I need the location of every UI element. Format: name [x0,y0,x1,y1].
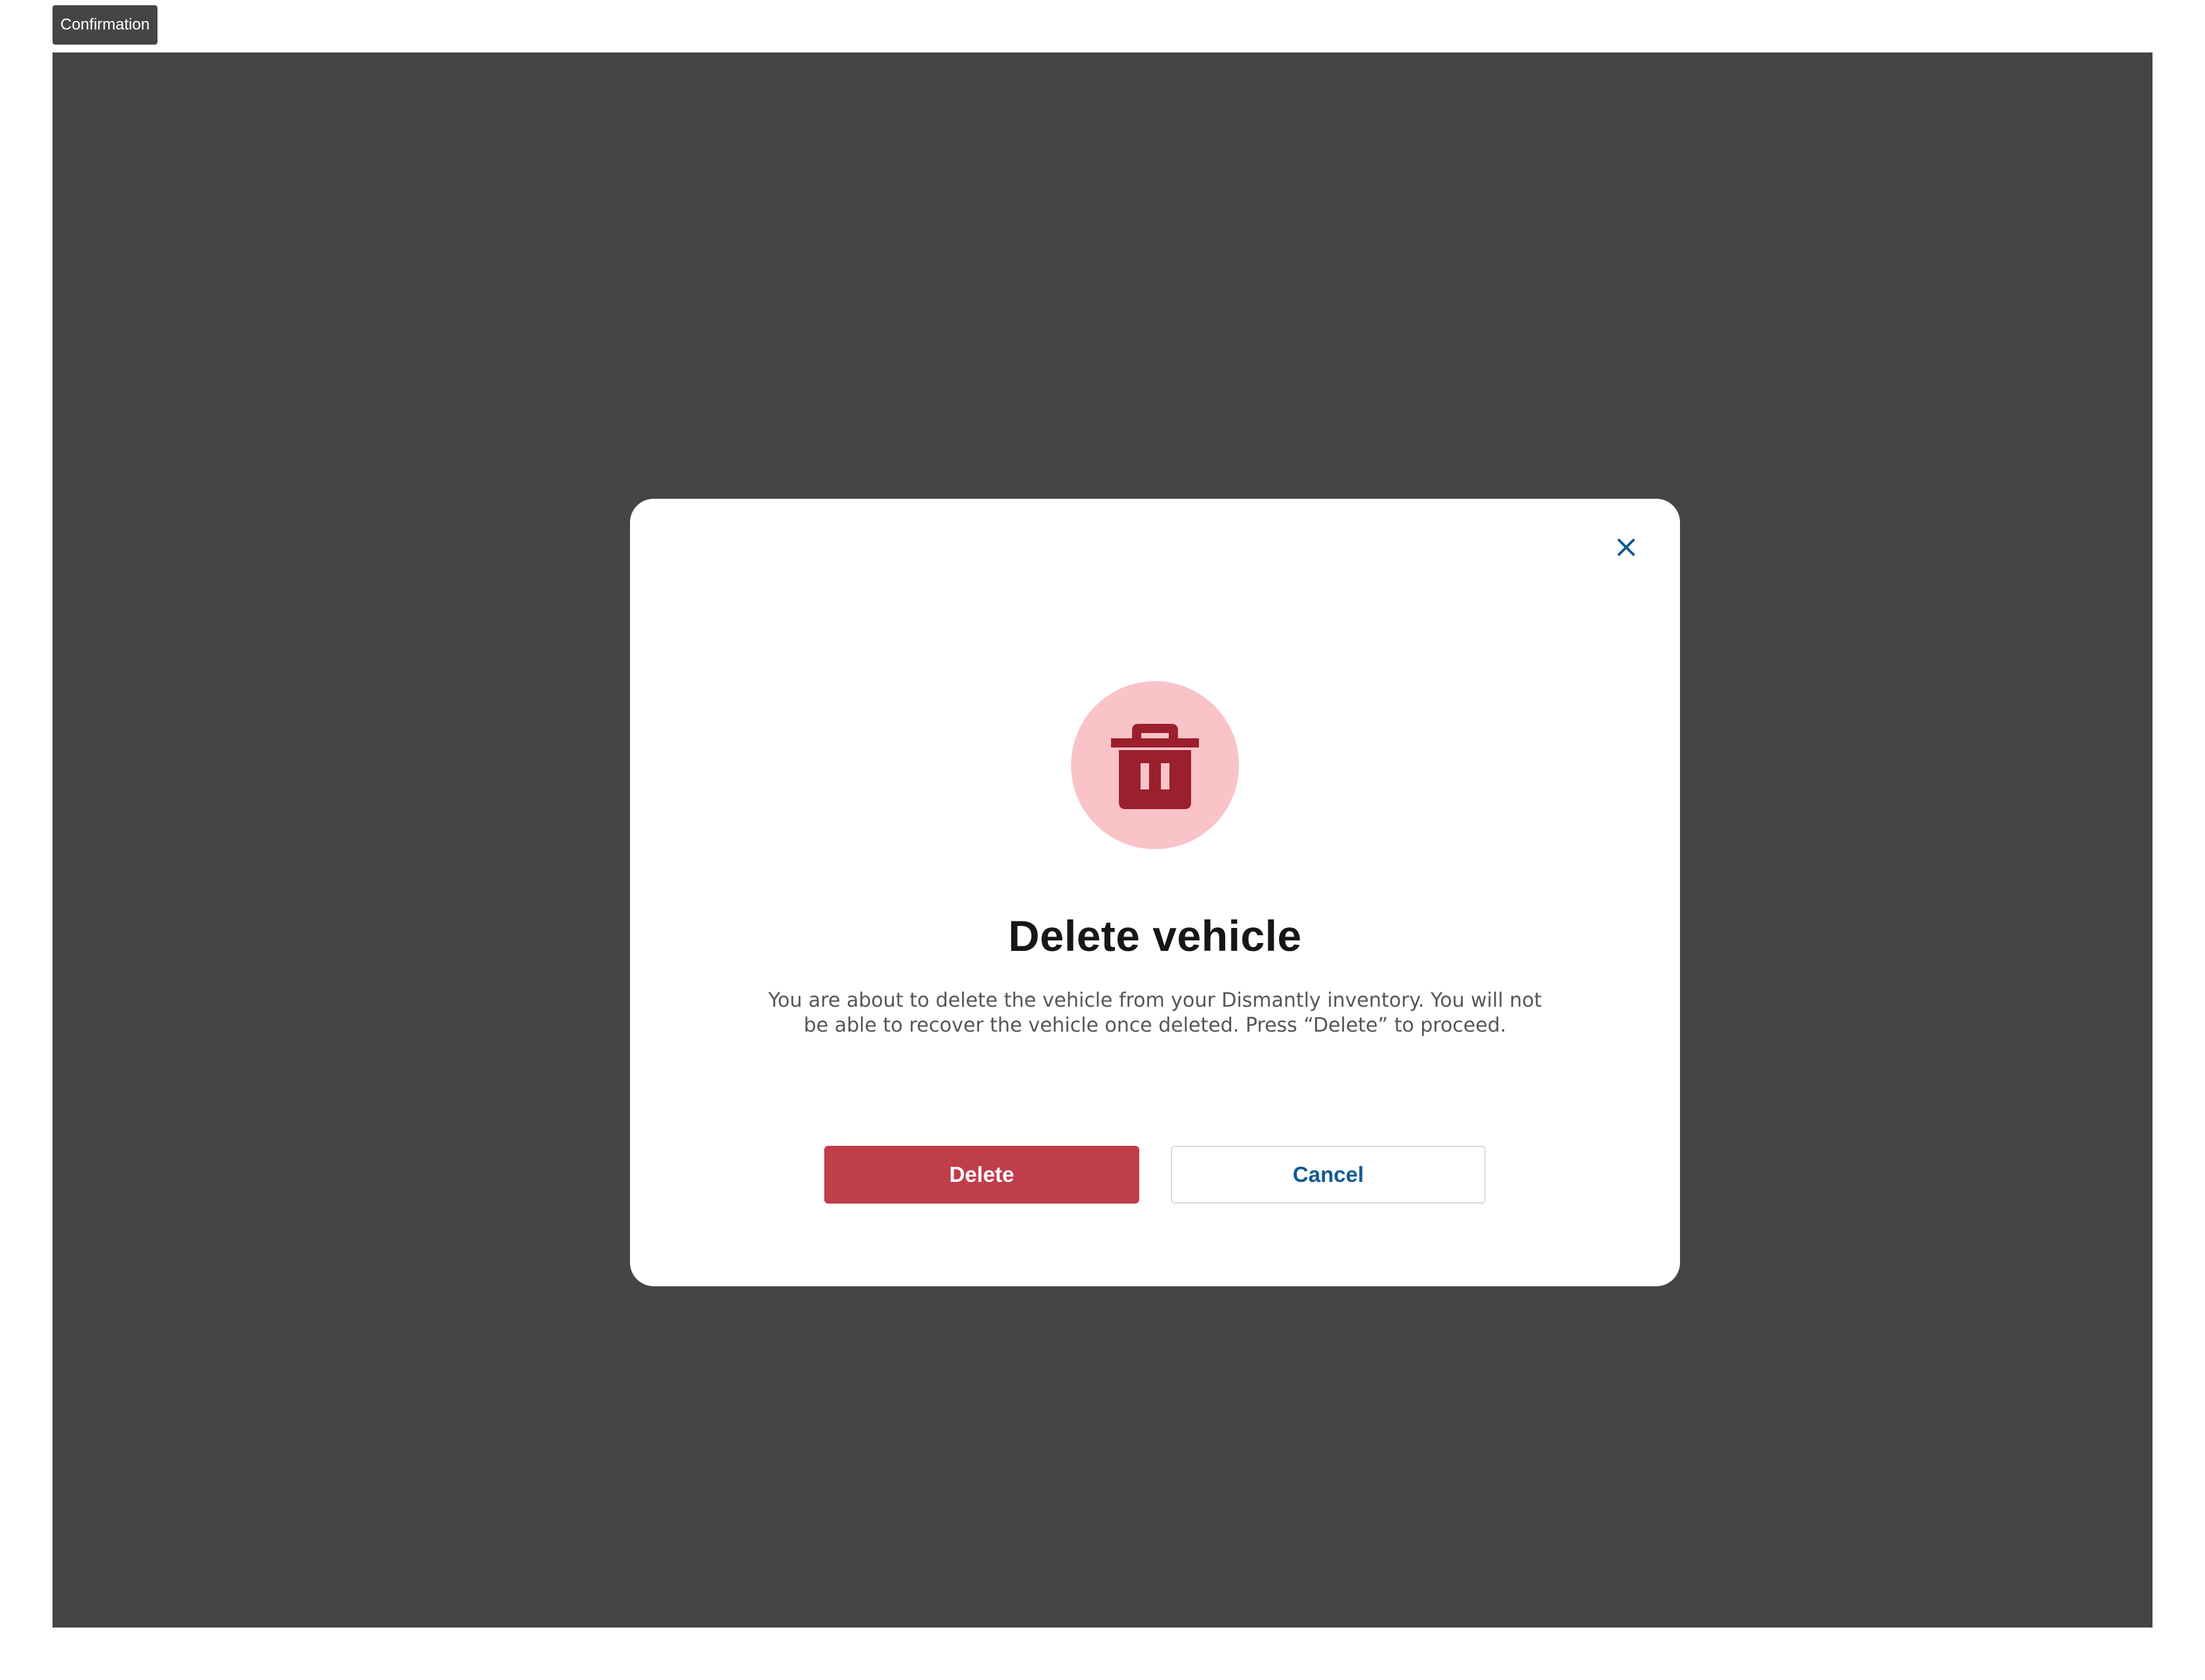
cancel-button[interactable]: Cancel [1171,1146,1486,1204]
trash-icon-badge [1071,681,1239,849]
delete-button[interactable]: Delete [824,1146,1139,1204]
dialog-description: You are about to delete the vehicle from… [768,989,1542,1037]
delete-vehicle-dialog: Delete vehicle You are about to delete t… [630,499,1680,1286]
modal-overlay[interactable]: Delete vehicle You are about to delete t… [52,52,2152,1628]
trash-icon [1111,724,1199,809]
frame-label: Confirmation [52,5,158,45]
close-button[interactable] [1609,530,1643,564]
close-icon [1618,539,1635,556]
dialog-title: Delete vehicle [1008,912,1302,960]
